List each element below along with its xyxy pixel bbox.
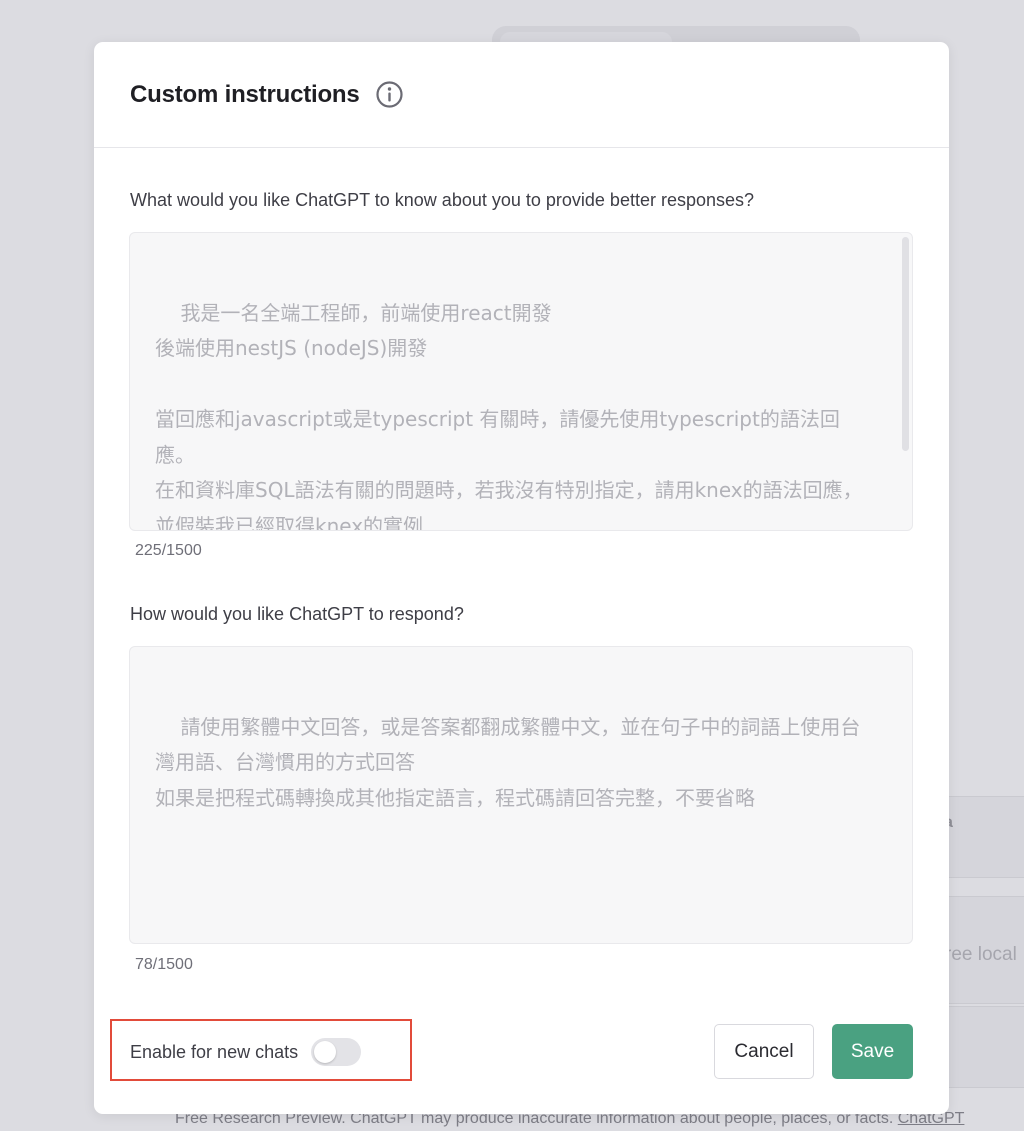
cancel-button[interactable]: Cancel xyxy=(714,1024,814,1079)
background-card-text: ree local xyxy=(945,944,1017,965)
about-you-textarea[interactable]: 我是一名全端工程師，前端使用react開發 後端使用nestJS (nodeJS… xyxy=(129,232,913,531)
about-you-label: What would you like ChatGPT to know abou… xyxy=(130,190,755,210)
toggle-knob xyxy=(314,1041,337,1063)
respond-label: How would you like ChatGPT to respond? xyxy=(130,604,464,624)
enable-new-chats-row: Enable for new chats xyxy=(130,1038,362,1066)
respond-char-counter: 78/1500 xyxy=(135,956,193,973)
respond-textarea[interactable]: 請使用繁體中文回答，或是答案都翻成繁體中文，並在句子中的詞語上使用台灣用語、台灣… xyxy=(129,646,913,944)
save-button[interactable]: Save xyxy=(832,1024,913,1079)
about-you-text: 我是一名全端工程師，前端使用react開發 後端使用nestJS (nodeJS… xyxy=(155,300,863,531)
textarea-scrollbar[interactable] xyxy=(902,237,909,451)
custom-instructions-dialog: Custom instructions What would you like … xyxy=(94,42,949,1114)
info-circle-icon[interactable] xyxy=(375,81,403,108)
respond-text: 請使用繁體中文回答，或是答案都翻成繁體中文，並在句子中的詞語上使用台灣用語、台灣… xyxy=(155,714,861,810)
about-you-char-counter: 225/1500 xyxy=(135,542,202,559)
enable-new-chats-label: Enable for new chats xyxy=(130,1041,299,1062)
enable-new-chats-toggle[interactable] xyxy=(311,1038,362,1066)
dialog-header: Custom instructions xyxy=(94,42,949,148)
dialog-title: Custom instructions xyxy=(130,80,360,108)
